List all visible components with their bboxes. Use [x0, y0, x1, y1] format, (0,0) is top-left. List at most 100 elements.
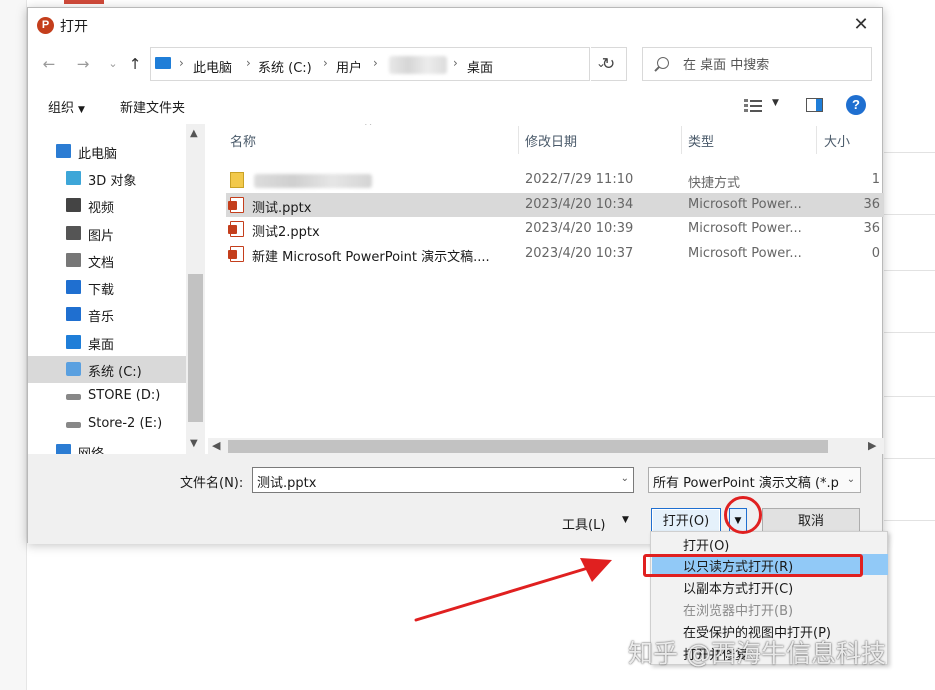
nav-item[interactable]: STORE (D:) [28, 383, 186, 410]
file-name: 测试2.pptx [252, 225, 320, 240]
annotation-highlight-box [643, 554, 863, 577]
nav-item[interactable]: 3D 对象 [28, 165, 186, 192]
breadcrumb-separator: › [246, 56, 251, 70]
open-file-dialog: P 打开 ✕ ← → ⌄ ↑ › 此电脑 › 系统 (C:) › 用户 › › … [27, 7, 884, 544]
nav-scroll-thumb[interactable] [188, 274, 203, 422]
nav-item-label: STORE (D:) [88, 388, 161, 403]
nav-item-label: 图片 [88, 229, 115, 244]
pc-icon [155, 57, 171, 69]
new-folder-button[interactable]: 新建文件夹 [120, 97, 185, 116]
file-size: 1 [871, 172, 880, 187]
column-header-date[interactable]: 修改日期 [525, 131, 577, 150]
breadcrumb-this-pc[interactable]: 此电脑 [193, 57, 232, 76]
watermark-text: 知乎 @西海牛信息科技 [628, 639, 886, 668]
horizontal-scroll-thumb[interactable] [228, 440, 828, 453]
breadcrumb-drive-c[interactable]: 系统 (C:) [258, 57, 312, 76]
caret-down-icon: ▼ [78, 105, 85, 115]
download-icon [66, 280, 81, 294]
background-divider [884, 270, 935, 271]
redacted-filename [254, 174, 372, 188]
nav-item[interactable]: 此电脑 [28, 138, 186, 165]
drive-icon [66, 422, 81, 428]
scroll-down-icon[interactable]: ▼ [190, 438, 198, 449]
search-input[interactable] [683, 55, 863, 75]
file-row[interactable]: 2022/7/29 11:10 快捷方式 1 [226, 168, 884, 192]
refresh-button[interactable]: ↻ [591, 47, 627, 81]
shortcut-icon [230, 172, 244, 188]
forward-button[interactable]: → [72, 52, 94, 76]
filename-input[interactable]: 测试.pptx ⌄ [252, 467, 634, 493]
column-divider [518, 126, 519, 154]
scroll-up-icon[interactable]: ▲ [190, 128, 198, 139]
preview-pane-icon[interactable] [806, 98, 823, 112]
pc-icon [56, 144, 71, 158]
nav-item[interactable]: Store-2 (E:) [28, 411, 186, 438]
caret-down-icon[interactable]: ▼ [622, 515, 629, 525]
file-row[interactable]: 新建 Microsoft PowerPoint 演示文稿.... 2023/4/2… [226, 242, 884, 266]
ppt-icon [228, 245, 244, 262]
chevron-down-icon[interactable]: ⌄ [621, 473, 629, 484]
column-header-type[interactable]: 类型 [688, 131, 714, 150]
nav-scrollbar[interactable]: ▲ ▼ [186, 124, 205, 454]
network-icon [56, 444, 71, 454]
breadcrumb-users[interactable]: 用户 [336, 57, 362, 76]
redacted-username [389, 56, 447, 74]
background-divider [884, 152, 935, 153]
scroll-left-icon[interactable]: ◀ [212, 439, 220, 452]
nav-item-label: 系统 (C:) [88, 365, 142, 380]
organize-label: 组织 [48, 101, 75, 116]
search-box[interactable] [642, 47, 872, 81]
view-options-icon[interactable] [744, 98, 762, 112]
nav-item-label: 视频 [88, 201, 115, 216]
chevron-down-icon[interactable]: ⌄ [842, 468, 860, 492]
up-button[interactable]: ↑ [124, 52, 146, 76]
file-list: ^ 名称 修改日期 类型 大小 2022/7/29 11:10 快捷方式 1 测试.p… [208, 124, 884, 454]
back-button[interactable]: ← [38, 52, 60, 76]
video-icon [66, 198, 81, 212]
column-header-name[interactable]: 名称 [230, 131, 256, 150]
menu-item-label: 在浏览器中打开(B) [683, 604, 794, 619]
file-type-select[interactable]: 所有 PowerPoint 演示文稿 (*.p ⌄ [648, 467, 861, 493]
menu-item-label: 以副本方式打开(C) [683, 582, 794, 597]
file-date: 2023/4/20 10:39 [525, 221, 634, 236]
horizontal-scrollbar[interactable]: ◀ ▶ [208, 438, 884, 454]
menu-item-label: 打开(O) [683, 539, 730, 554]
nav-item[interactable]: 文档 [28, 247, 186, 274]
annotation-arrow [414, 558, 612, 622]
breadcrumb-separator: › [179, 56, 184, 70]
filename-value: 测试.pptx [257, 476, 317, 491]
help-icon[interactable]: ? [846, 95, 866, 115]
nav-item-label: Store-2 (E:) [88, 416, 163, 431]
title-bar[interactable]: P 打开 ✕ [28, 8, 882, 42]
nav-item-label: 3D 对象 [88, 174, 137, 189]
filename-label: 文件名(N): [180, 476, 244, 491]
menu-item[interactable]: 打开(O) [652, 533, 888, 554]
nav-item[interactable]: 下载 [28, 274, 186, 301]
file-type: Microsoft Power... [688, 221, 802, 236]
breadcrumb-desktop[interactable]: 桌面 [467, 57, 493, 76]
nav-item-label: 下载 [88, 283, 115, 298]
recent-locations-button[interactable]: ⌄ [102, 52, 124, 76]
nav-item-label: 音乐 [88, 310, 115, 325]
nav-item-label: 桌面 [88, 338, 115, 353]
powerpoint-icon: P [37, 17, 54, 34]
view-dropdown-icon[interactable]: ▼ [772, 98, 779, 108]
nav-item[interactable]: 视频 [28, 192, 186, 219]
column-header-size[interactable]: 大小 [824, 131, 850, 150]
nav-item[interactable]: 音乐 [28, 301, 186, 328]
nav-item[interactable]: 系统 (C:) [28, 356, 186, 383]
desktop-icon [66, 335, 81, 349]
background-divider [884, 458, 935, 459]
tools-menu[interactable]: 工具(L) [562, 514, 605, 533]
file-row[interactable]: 测试.pptx 2023/4/20 10:34 Microsoft Power...… [226, 192, 884, 217]
file-type: Microsoft Power... [688, 245, 802, 261]
nav-item[interactable]: 图片 [28, 220, 186, 247]
organize-menu[interactable]: 组织 ▼ [48, 97, 85, 116]
scroll-right-icon[interactable]: ▶ [868, 439, 876, 452]
file-row[interactable]: 测试2.pptx 2023/4/20 10:39 Microsoft Power..… [226, 217, 884, 241]
nav-item[interactable]: 桌面 [28, 329, 186, 356]
address-bar[interactable]: › 此电脑 › 系统 (C:) › 用户 › › 桌面 ⌄ [150, 47, 606, 81]
close-button[interactable]: ✕ [848, 13, 874, 37]
menu-item[interactable]: 以副本方式打开(C) [652, 576, 888, 597]
nav-item[interactable]: 网络 [28, 438, 186, 454]
